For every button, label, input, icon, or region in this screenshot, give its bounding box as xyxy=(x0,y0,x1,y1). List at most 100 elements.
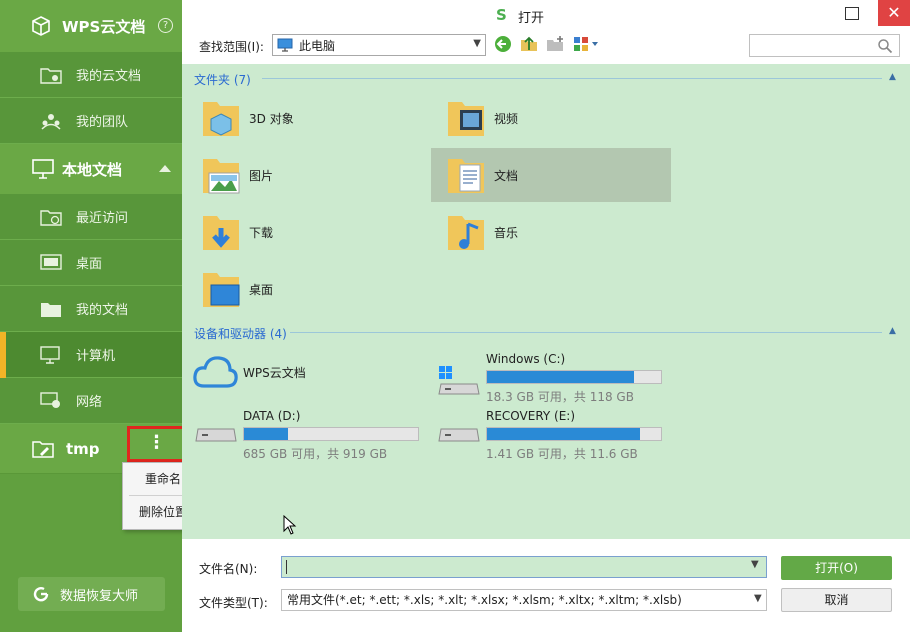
new-folder-button[interactable] xyxy=(546,35,564,53)
sidebar-item-recent[interactable]: 最近访问 xyxy=(0,194,182,240)
folder-pictures[interactable]: 图片 xyxy=(186,148,426,202)
recovery-icon xyxy=(33,587,49,602)
sidebar-item-label: 最近访问 xyxy=(76,211,129,226)
folder-documents[interactable]: 文档 xyxy=(431,148,671,202)
sidebar-item-label: tmp xyxy=(66,439,100,458)
drive-name: RECOVERY (E:) xyxy=(486,409,576,423)
maximize-button[interactable] xyxy=(845,7,859,20)
folder-desktop[interactable]: 桌面 xyxy=(186,262,426,316)
computer-icon xyxy=(40,345,60,364)
collapse-icon[interactable]: ▲ xyxy=(889,72,896,82)
sidebar-item-label: 我的团队 xyxy=(76,115,129,130)
folder-name: 3D 对象 xyxy=(249,111,294,126)
folder-name: 视频 xyxy=(494,111,519,126)
folder-download-icon xyxy=(201,210,241,254)
monitor-icon xyxy=(32,159,54,179)
back-button[interactable] xyxy=(494,35,512,53)
box-icon xyxy=(32,16,50,36)
scope-select[interactable]: 此电脑 ▼ xyxy=(272,34,486,56)
help-icon[interactable]: ? xyxy=(158,18,173,33)
wps-logo-icon: S xyxy=(496,6,507,24)
sidebar-item-computer[interactable]: 计算机 xyxy=(0,332,182,378)
drive-e[interactable]: RECOVERY (E:) 1.41 GB 可用，共 11.6 GB xyxy=(431,403,681,461)
group-divider xyxy=(262,78,882,79)
folder-name: 音乐 xyxy=(494,225,519,240)
folder-downloads[interactable]: 下载 xyxy=(186,205,426,259)
dialog-footer: 文件名(N): ▼ 文件类型(T): 常用文件(*.et; *.ett; *.x… xyxy=(182,539,910,632)
sidebar-item-my-documents[interactable]: 我的文档 xyxy=(0,286,182,332)
up-folder-button[interactable] xyxy=(520,35,538,53)
drive-wps-cloud[interactable]: WPS云文档 xyxy=(188,346,438,400)
sidebar-item-label: 我的文档 xyxy=(76,303,129,318)
hard-drive-icon xyxy=(438,428,480,442)
sidebar: WPS云文档 ? 我的云文档 我的团队 本地文档 最近访问 桌面 我的文档 计算… xyxy=(0,0,182,632)
sidebar-section-local[interactable]: 本地文档 xyxy=(0,144,182,194)
new-folder-icon xyxy=(547,36,563,51)
drive-space-info: 685 GB 可用，共 919 GB xyxy=(243,447,388,461)
folders-group-label: 文件夹 (7) xyxy=(194,73,251,87)
folder-music[interactable]: 音乐 xyxy=(431,205,671,259)
sidebar-item-desktop[interactable]: 桌面 xyxy=(0,240,182,286)
cloud-group: 我的云文档 我的团队 xyxy=(0,52,182,144)
chevron-down-icon[interactable]: ▼ xyxy=(754,593,762,604)
cloud-folder-icon xyxy=(40,67,62,84)
open-button[interactable]: 打开(O) xyxy=(781,556,892,580)
search-input[interactable] xyxy=(749,34,900,57)
sidebar-item-network[interactable]: 网络 xyxy=(0,378,182,424)
sidebar-item-my-cloud[interactable]: 我的云文档 xyxy=(0,52,182,98)
sidebar-header: WPS云文档 xyxy=(0,0,182,52)
sidebar-item-label: 网络 xyxy=(76,395,103,410)
back-arrow-icon xyxy=(495,36,511,52)
drive-usage-fill xyxy=(487,428,640,440)
folder-icon xyxy=(41,302,61,317)
mouse-cursor-icon xyxy=(283,515,297,535)
folder-music-icon xyxy=(446,210,486,254)
drive-name: WPS云文档 xyxy=(243,366,306,380)
drives-group-label: 设备和驱动器 (4) xyxy=(194,327,287,341)
drive-usage-bar xyxy=(486,370,662,384)
group-divider xyxy=(290,332,882,333)
more-options-button[interactable]: ⋮ xyxy=(127,426,186,462)
collapse-icon[interactable]: ▲ xyxy=(889,326,896,336)
cancel-button[interactable]: 取消 xyxy=(781,588,892,612)
sidebar-item-my-team[interactable]: 我的团队 xyxy=(0,98,182,144)
folder-videos[interactable]: 视频 xyxy=(431,91,671,145)
drive-c[interactable]: Windows (C:) 18.3 GB 可用，共 118 GB xyxy=(431,346,681,404)
sidebar-item-label: 我的云文档 xyxy=(76,69,142,84)
file-list: 文件夹 (7) ▲ 3D 对象 视频 图片 文档 下载 音乐 桌面 设备和驱动器… xyxy=(182,64,910,539)
folder-name: 桌面 xyxy=(249,282,274,297)
scope-label: 查找范围(I): xyxy=(199,40,264,54)
text-caret xyxy=(286,560,287,574)
open-dialog: S 打开 ✕ 查找范围(I): 此电脑 ▼ 文件夹 (7) ▲ 3D 对象 视频… xyxy=(182,0,910,632)
toolbar: 查找范围(I): 此电脑 ▼ xyxy=(182,33,910,59)
drive-usage-bar xyxy=(486,427,662,441)
folder-name: 文档 xyxy=(494,168,519,183)
folder-document-icon xyxy=(446,153,486,197)
collapse-caret-icon[interactable] xyxy=(159,165,171,172)
data-recovery-button[interactable]: 数据恢复大师 xyxy=(18,577,165,611)
folder-picture-icon xyxy=(201,153,241,197)
filetype-select[interactable]: 常用文件(*.et; *.ett; *.xls; *.xlt; *.xlsx; … xyxy=(281,589,767,611)
app-name: WPS云文档 xyxy=(62,17,146,36)
folder-3d-objects[interactable]: 3D 对象 xyxy=(186,91,426,145)
drive-d[interactable]: DATA (D:) 685 GB 可用，共 919 GB xyxy=(188,403,438,461)
this-pc-icon xyxy=(277,38,293,52)
sidebar-item-label: 计算机 xyxy=(76,349,116,364)
folder-video-icon xyxy=(446,96,486,140)
chevron-down-icon[interactable]: ▼ xyxy=(751,559,759,570)
folder-edit-icon xyxy=(32,440,54,458)
data-recovery-label: 数据恢复大师 xyxy=(60,588,139,604)
scope-value: 此电脑 xyxy=(299,38,336,53)
team-icon xyxy=(41,113,61,130)
folder-3d-icon xyxy=(201,96,241,140)
view-menu-button[interactable] xyxy=(572,35,602,53)
drive-name: Windows (C:) xyxy=(486,352,566,366)
close-button[interactable]: ✕ xyxy=(878,0,910,26)
title-bar: S 打开 ✕ xyxy=(182,0,910,30)
filename-input[interactable] xyxy=(281,556,767,578)
drives-group-header[interactable]: 设备和驱动器 (4) xyxy=(194,325,287,342)
folders-group-header[interactable]: 文件夹 (7) xyxy=(194,71,251,88)
sidebar-section-label: 本地文档 xyxy=(62,160,123,179)
drive-space-info: 1.41 GB 可用，共 11.6 GB xyxy=(486,447,638,461)
search-icon xyxy=(878,39,893,54)
